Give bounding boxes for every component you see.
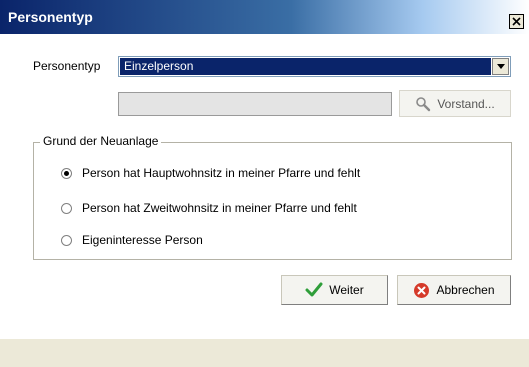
personentyp-select[interactable]: Einzelperson [118, 56, 511, 77]
dropdown-arrow-button[interactable] [492, 58, 509, 75]
close-button[interactable] [509, 14, 524, 29]
weiter-button[interactable]: Weiter [281, 275, 388, 305]
radio-option-hauptwohnsitz[interactable]: Person hat Hauptwohnsitz in meiner Pfarr… [61, 166, 360, 180]
vorstand-button[interactable]: Vorstand... [399, 90, 511, 117]
radio-button[interactable] [61, 234, 72, 246]
radio-label: Eigeninteresse Person [82, 233, 203, 247]
radio-button[interactable] [61, 167, 72, 179]
abbrechen-button[interactable]: Abbrechen [397, 275, 511, 305]
group-title: Grund der Neuanlage [40, 134, 162, 148]
personentyp-label: Personentyp [33, 59, 101, 73]
vorstand-field [118, 92, 392, 116]
footer-bar [0, 339, 529, 367]
search-icon [415, 96, 431, 112]
checkmark-icon [305, 282, 323, 298]
vorstand-button-label: Vorstand... [437, 96, 495, 111]
personentyp-selected-value: Einzelperson [120, 58, 491, 75]
window-title: Personentyp [8, 9, 93, 25]
radio-option-zweitwohnsitz[interactable]: Person hat Zweitwohnsitz in meiner Pfarr… [61, 201, 357, 215]
radio-option-eigeninteresse[interactable]: Eigeninteresse Person [61, 233, 203, 247]
radio-label: Person hat Zweitwohnsitz in meiner Pfarr… [82, 201, 357, 215]
radio-label: Person hat Hauptwohnsitz in meiner Pfarr… [82, 166, 361, 180]
cancel-icon [413, 282, 430, 299]
chevron-down-icon [496, 64, 505, 69]
weiter-label: Weiter [329, 283, 364, 297]
title-bar: Personentyp [0, 0, 529, 34]
abbrechen-label: Abbrechen [436, 283, 495, 297]
close-icon [512, 17, 521, 26]
radio-button[interactable] [61, 202, 72, 214]
